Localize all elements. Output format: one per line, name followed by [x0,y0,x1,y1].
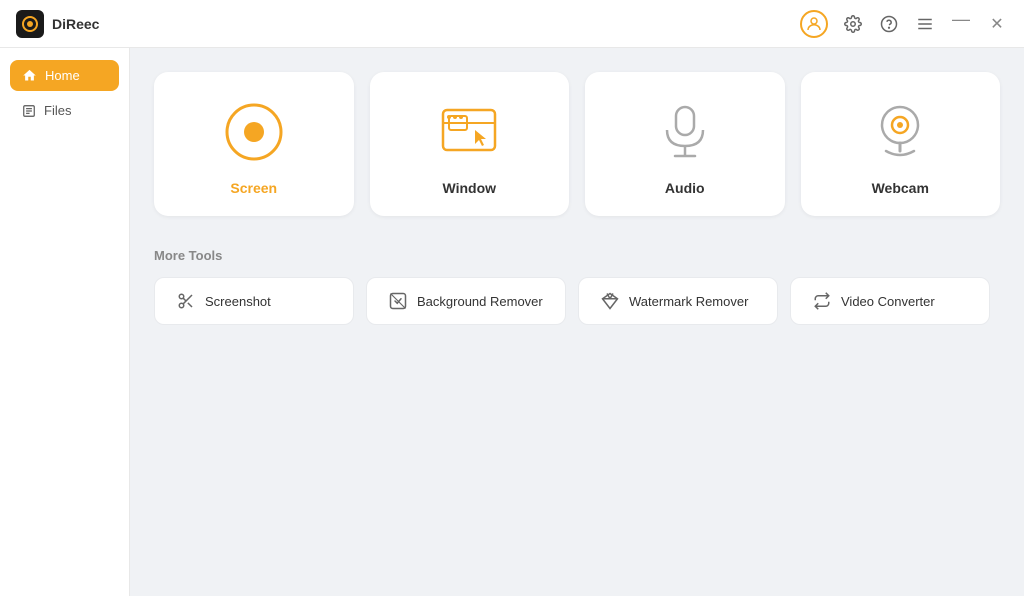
main-layout: Home Files [0,48,1024,596]
more-tools-title: More Tools [154,248,1000,263]
content-area: Screen Window [130,48,1024,596]
sidebar-item-files[interactable]: Files [10,95,119,126]
webcam-card[interactable]: Webcam [801,72,1001,216]
tools-grid: Screenshot Background Remover [154,277,1000,325]
bg-remove-icon [389,292,407,310]
screen-icon [222,100,286,164]
titlebar-actions: — ✕ [800,9,1008,39]
audio-icon [653,100,717,164]
minimize-button[interactable]: — [950,9,972,31]
sidebar: Home Files [0,48,130,596]
sidebar-files-label: Files [44,103,71,118]
video-converter-tool-btn[interactable]: Video Converter [790,277,990,325]
screenshot-label: Screenshot [205,294,271,309]
audio-card[interactable]: Audio [585,72,785,216]
scissors-icon [177,292,195,310]
webcam-label: Webcam [872,180,929,196]
more-tools-section: More Tools Screenshot [154,248,1000,325]
screen-label: Screen [230,180,277,196]
window-label: Window [442,180,496,196]
sidebar-item-home[interactable]: Home [10,60,119,91]
bg-remover-label: Background Remover [417,294,543,309]
background-remover-tool-btn[interactable]: Background Remover [366,277,566,325]
screenshot-tool-btn[interactable]: Screenshot [154,277,354,325]
video-converter-label: Video Converter [841,294,935,309]
close-button[interactable]: ✕ [986,13,1008,35]
title-bar: DiReec [0,0,1024,48]
menu-icon[interactable] [914,13,936,35]
arrows-icon [813,292,831,310]
watermark-remover-tool-btn[interactable]: Watermark Remover [578,277,778,325]
sidebar-home-label: Home [45,68,80,83]
profile-icon[interactable] [800,10,828,38]
diamond-icon [601,292,619,310]
audio-label: Audio [665,180,705,196]
app-title: DiReec [52,16,99,32]
home-icon [22,68,37,83]
logo-icon [16,10,44,38]
settings-icon[interactable] [842,13,864,35]
window-icon [437,100,501,164]
window-card[interactable]: Window [370,72,570,216]
watermark-remover-label: Watermark Remover [629,294,748,309]
help-icon[interactable] [878,13,900,35]
recording-cards-row: Screen Window [154,72,1000,216]
app-logo: DiReec [16,10,99,38]
files-icon [22,104,36,118]
webcam-icon [868,100,932,164]
screen-card[interactable]: Screen [154,72,354,216]
